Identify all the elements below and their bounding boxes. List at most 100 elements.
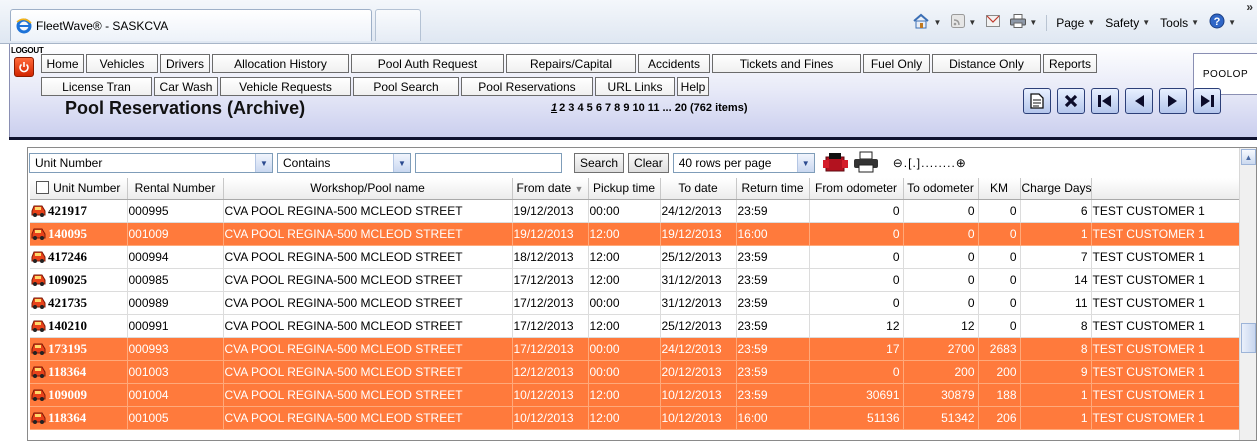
zoom-control[interactable]: ⊖.[.]........⊕ (893, 156, 967, 170)
clear-button[interactable]: Clear (628, 153, 669, 173)
nav-distance-only[interactable]: Distance Only (932, 54, 1041, 73)
nav-reports[interactable]: Reports (1043, 54, 1097, 73)
table-row[interactable]: 140210 000991 CVA POOL REGINA-500 MCLEOD S… (30, 314, 1240, 338)
nav-pool-auth-request[interactable]: Pool Auth Request (351, 54, 504, 73)
cell-unit-number[interactable]: 140210 (30, 314, 128, 338)
nav-pool-reservations[interactable]: Pool Reservations (461, 77, 593, 96)
select-all-checkbox[interactable] (36, 181, 50, 195)
vertical-scrollbar[interactable]: ▲ (1239, 148, 1256, 440)
cell-return-time: 23:59 (736, 199, 810, 223)
nav-fuel-only[interactable]: Fuel Only (863, 54, 930, 73)
cell-to-date: 10/12/2013 (660, 383, 737, 407)
logout-area[interactable]: LOGOUT (10, 46, 44, 94)
new-tab-button[interactable] (375, 9, 421, 41)
table-row[interactable]: 421735 000989 CVA POOL REGINA-500 MCLEOD S… (30, 291, 1240, 315)
last-page-icon[interactable] (1193, 88, 1221, 114)
mail-button[interactable] (983, 13, 1003, 32)
print-button[interactable]: ▼ (1007, 12, 1040, 33)
cell-from-odometer: 0 (809, 245, 904, 269)
cell-pickup-time: 12:00 (588, 245, 661, 269)
nav-allocation-history[interactable]: Allocation History (212, 54, 349, 73)
column-header-pool-name[interactable]: Workshop/Pool name (223, 178, 513, 200)
nav-pool-search[interactable]: Pool Search (353, 77, 459, 96)
column-header-charge-days[interactable]: Charge Days (1020, 178, 1092, 200)
column-header-customer[interactable] (1091, 178, 1240, 200)
filter-operator-select[interactable]: Contains ▼ (277, 153, 411, 173)
cell-unit-number[interactable]: 109009 (30, 383, 128, 407)
rows-per-page-select[interactable]: 40 rows per page ▼ (672, 153, 815, 173)
column-header-from-date[interactable]: From date ▼ (512, 178, 589, 200)
home-button[interactable]: ▼ (909, 11, 944, 34)
column-header-rental-number[interactable]: Rental Number (127, 178, 224, 200)
car-icon (30, 226, 47, 244)
prev-page-icon[interactable] (1125, 88, 1153, 114)
help-button[interactable]: ? ▼ (1206, 11, 1239, 34)
feeds-button[interactable]: ▼ (948, 12, 979, 33)
tools-menu[interactable]: Tools ▼ (1157, 14, 1202, 32)
scroll-up-icon[interactable]: ▲ (1241, 149, 1256, 165)
delete-icon[interactable] (1057, 88, 1085, 114)
nav-repairs-capital[interactable]: Repairs/Capital (506, 54, 636, 73)
cell-pickup-time: 00:00 (588, 291, 661, 315)
table-row[interactable]: 109009 001004 CVA POOL REGINA-500 MCLEOD S… (30, 383, 1240, 407)
cell-unit-number[interactable]: 173195 (30, 337, 128, 361)
cell-from-odometer: 0 (809, 268, 904, 292)
table-row[interactable]: 118364 001003 CVA POOL REGINA-500 MCLEOD S… (30, 360, 1240, 384)
print-icon[interactable] (853, 151, 879, 176)
nav-url-links[interactable]: URL Links (595, 77, 675, 96)
table-row[interactable]: 140095 001009 CVA POOL REGINA-500 MCLEOD S… (30, 222, 1240, 246)
nav-home[interactable]: Home (41, 54, 84, 73)
browser-command-bar: FleetWave® - SASKCVA ▼ ▼ ▼ Page ▼ Safety ▼… (0, 0, 1257, 44)
cell-unit-number[interactable]: 140095 (30, 222, 128, 246)
filter-field-select[interactable]: Unit Number ▼ (29, 153, 273, 173)
cell-to-date: 24/12/2013 (660, 337, 737, 361)
table-row[interactable]: 417246 000994 CVA POOL REGINA-500 MCLEOD S… (30, 245, 1240, 269)
nav-vehicle-requests[interactable]: Vehicle Requests (220, 77, 351, 96)
document-icon[interactable] (1023, 88, 1051, 114)
cell-unit-number[interactable]: 417246 (30, 245, 128, 269)
browser-tab[interactable]: FleetWave® - SASKCVA (10, 9, 372, 41)
column-header-pickup-time[interactable]: Pickup time (588, 178, 661, 200)
cell-charge-days: 9 (1020, 360, 1092, 384)
table-row[interactable]: 109025 000985 CVA POOL REGINA-500 MCLEOD S… (30, 268, 1240, 292)
cell-unit-number[interactable]: 421917 (30, 199, 128, 223)
cell-unit-number[interactable]: 421735 (30, 291, 128, 315)
page-menu[interactable]: Page ▼ (1053, 14, 1098, 32)
nav-vehicles[interactable]: Vehicles (86, 54, 158, 73)
nav-accidents[interactable]: Accidents (638, 54, 710, 73)
column-header-unit-number[interactable]: Unit Number (30, 178, 128, 200)
table-row[interactable]: 421917 000995 CVA POOL REGINA-500 MCLEOD S… (30, 199, 1240, 223)
filter-value-input[interactable] (415, 153, 562, 173)
cell-unit-number[interactable]: 118364 (30, 406, 128, 430)
cell-unit-number[interactable]: 118364 (30, 360, 128, 384)
cell-unit-number[interactable]: 109025 (30, 268, 128, 292)
next-page-icon[interactable] (1159, 88, 1187, 114)
cell-from-date: 10/12/2013 (512, 406, 589, 430)
nav-tickets-and-fines[interactable]: Tickets and Fines (712, 54, 861, 73)
search-button[interactable]: Search (574, 153, 625, 173)
table-row[interactable]: 118364 001005 CVA POOL REGINA-500 MCLEOD S… (30, 406, 1240, 430)
column-header-to-date[interactable]: To date (660, 178, 737, 200)
scrollbar-thumb[interactable] (1241, 323, 1256, 353)
column-header-to-odometer[interactable]: To odometer (903, 178, 979, 200)
nav-license-tran[interactable]: License Tran (41, 77, 152, 96)
table-row[interactable]: 173195 000993 CVA POOL REGINA-500 MCLEOD S… (30, 337, 1240, 361)
column-header-from-odometer[interactable]: From odometer (809, 178, 904, 200)
export-icon[interactable] (822, 151, 849, 176)
logout-label: LOGOUT (11, 46, 44, 55)
nav-car-wash[interactable]: Car Wash (154, 77, 218, 96)
chevron-down-icon: ▼ (796, 154, 814, 172)
first-page-icon[interactable] (1091, 88, 1119, 114)
power-icon[interactable] (14, 57, 34, 77)
browser-commands: ▼ ▼ ▼ Page ▼ Safety ▼ Tools ▼ ? ▼ (909, 11, 1239, 34)
page-links[interactable]: 2 3 4 5 6 7 8 9 10 11 ... 20 (762 items) (559, 102, 747, 114)
cell-pickup-time: 00:00 (588, 337, 661, 361)
column-header-km[interactable]: KM (978, 178, 1021, 200)
cell-pickup-time: 12:00 (588, 314, 661, 338)
column-header-return-time[interactable]: Return time (736, 178, 810, 200)
safety-menu[interactable]: Safety ▼ (1102, 14, 1153, 32)
cell-to-odometer: 200 (903, 360, 979, 384)
command-overflow-chevron[interactable]: » (1246, 0, 1253, 14)
nav-help[interactable]: Help (677, 77, 709, 96)
nav-drivers[interactable]: Drivers (160, 54, 210, 73)
